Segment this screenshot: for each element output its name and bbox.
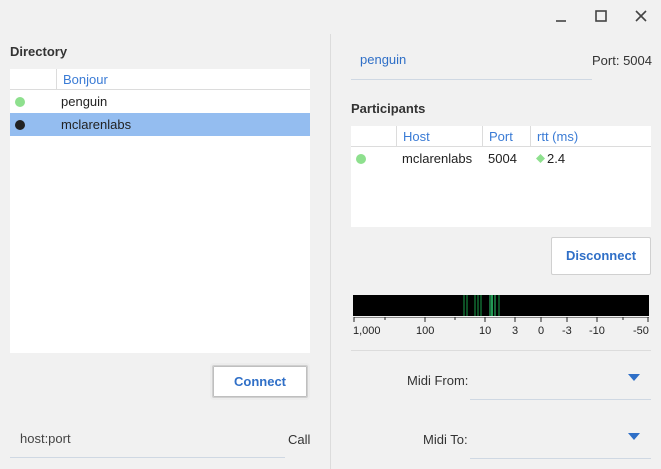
latency-meter-graph [463,295,500,316]
scale-label: 0 [538,325,545,337]
participants-table[interactable]: Host Port rtt (ms) mclarenlabs 5004 2.4 [351,126,651,227]
port-label: Port: 5004 [592,53,652,68]
list-item-label: penguin [61,94,108,109]
participants-title: Participants [351,101,426,116]
scale-label: 100 [416,325,435,337]
bonjour-column-header[interactable]: Bonjour [56,69,310,90]
scale-label: -3 [562,325,572,337]
directory-header: Bonjour [10,69,310,90]
scale-label: 1,000 [353,325,381,337]
address-input[interactable]: host:port [10,428,285,458]
call-button[interactable]: Call [288,432,310,447]
scale-label: -50 [633,325,649,337]
session-name: penguin [360,52,407,67]
chevron-down-icon [628,374,640,381]
list-item-label: mclarenlabs [61,117,132,132]
directory-list[interactable]: Bonjour penguin mclarenlabs [10,69,310,353]
maximize-icon[interactable] [589,6,613,28]
connect-button[interactable]: Connect [212,365,308,398]
midi-from-select[interactable] [470,367,651,400]
midi-from-label: Midi From: [407,373,469,388]
midi-to-select[interactable] [470,426,651,459]
scale-label: 3 [512,325,519,337]
minimize-icon[interactable] [549,6,573,28]
participant-rtt: 2.4 [547,151,566,166]
scale-ticks [353,317,649,322]
list-item[interactable]: penguin [10,90,310,113]
port-column-header[interactable]: Port [482,126,530,147]
status-dot-icon [356,154,366,164]
session-name-field[interactable]: penguin [351,49,592,80]
directory-pane: Directory Bonjour penguin mclarenlabs Co… [0,34,330,469]
scale-label: 10 [479,325,492,337]
host-column-header[interactable]: Host [396,126,482,147]
latency-meter [353,295,649,316]
section-divider [351,350,651,351]
address-placeholder: host:port [20,431,71,446]
list-item-selected[interactable]: mclarenlabs [10,113,310,136]
table-row[interactable]: mclarenlabs 5004 2.4 [351,147,651,170]
session-pane: penguin Port: 5004 Participants Host Por… [331,34,661,469]
directory-title: Directory [10,44,68,59]
participant-port: 5004 [488,151,517,166]
latency-scale: 1,000 100 10 3 0 -3 -10 -50 [353,317,653,339]
midi-to-label: Midi To: [423,432,468,447]
disconnect-button[interactable]: Disconnect [551,237,651,275]
close-icon[interactable] [629,6,653,28]
participant-host: mclarenlabs [402,151,473,166]
status-dot-icon [15,97,25,107]
rtt-column-header[interactable]: rtt (ms) [530,126,651,147]
diamond-icon [536,147,545,170]
participants-header: Host Port rtt (ms) [351,126,651,147]
scale-label: -10 [589,325,605,337]
status-dot-icon [15,120,25,130]
chevron-down-icon [628,433,640,440]
title-bar [0,0,661,34]
